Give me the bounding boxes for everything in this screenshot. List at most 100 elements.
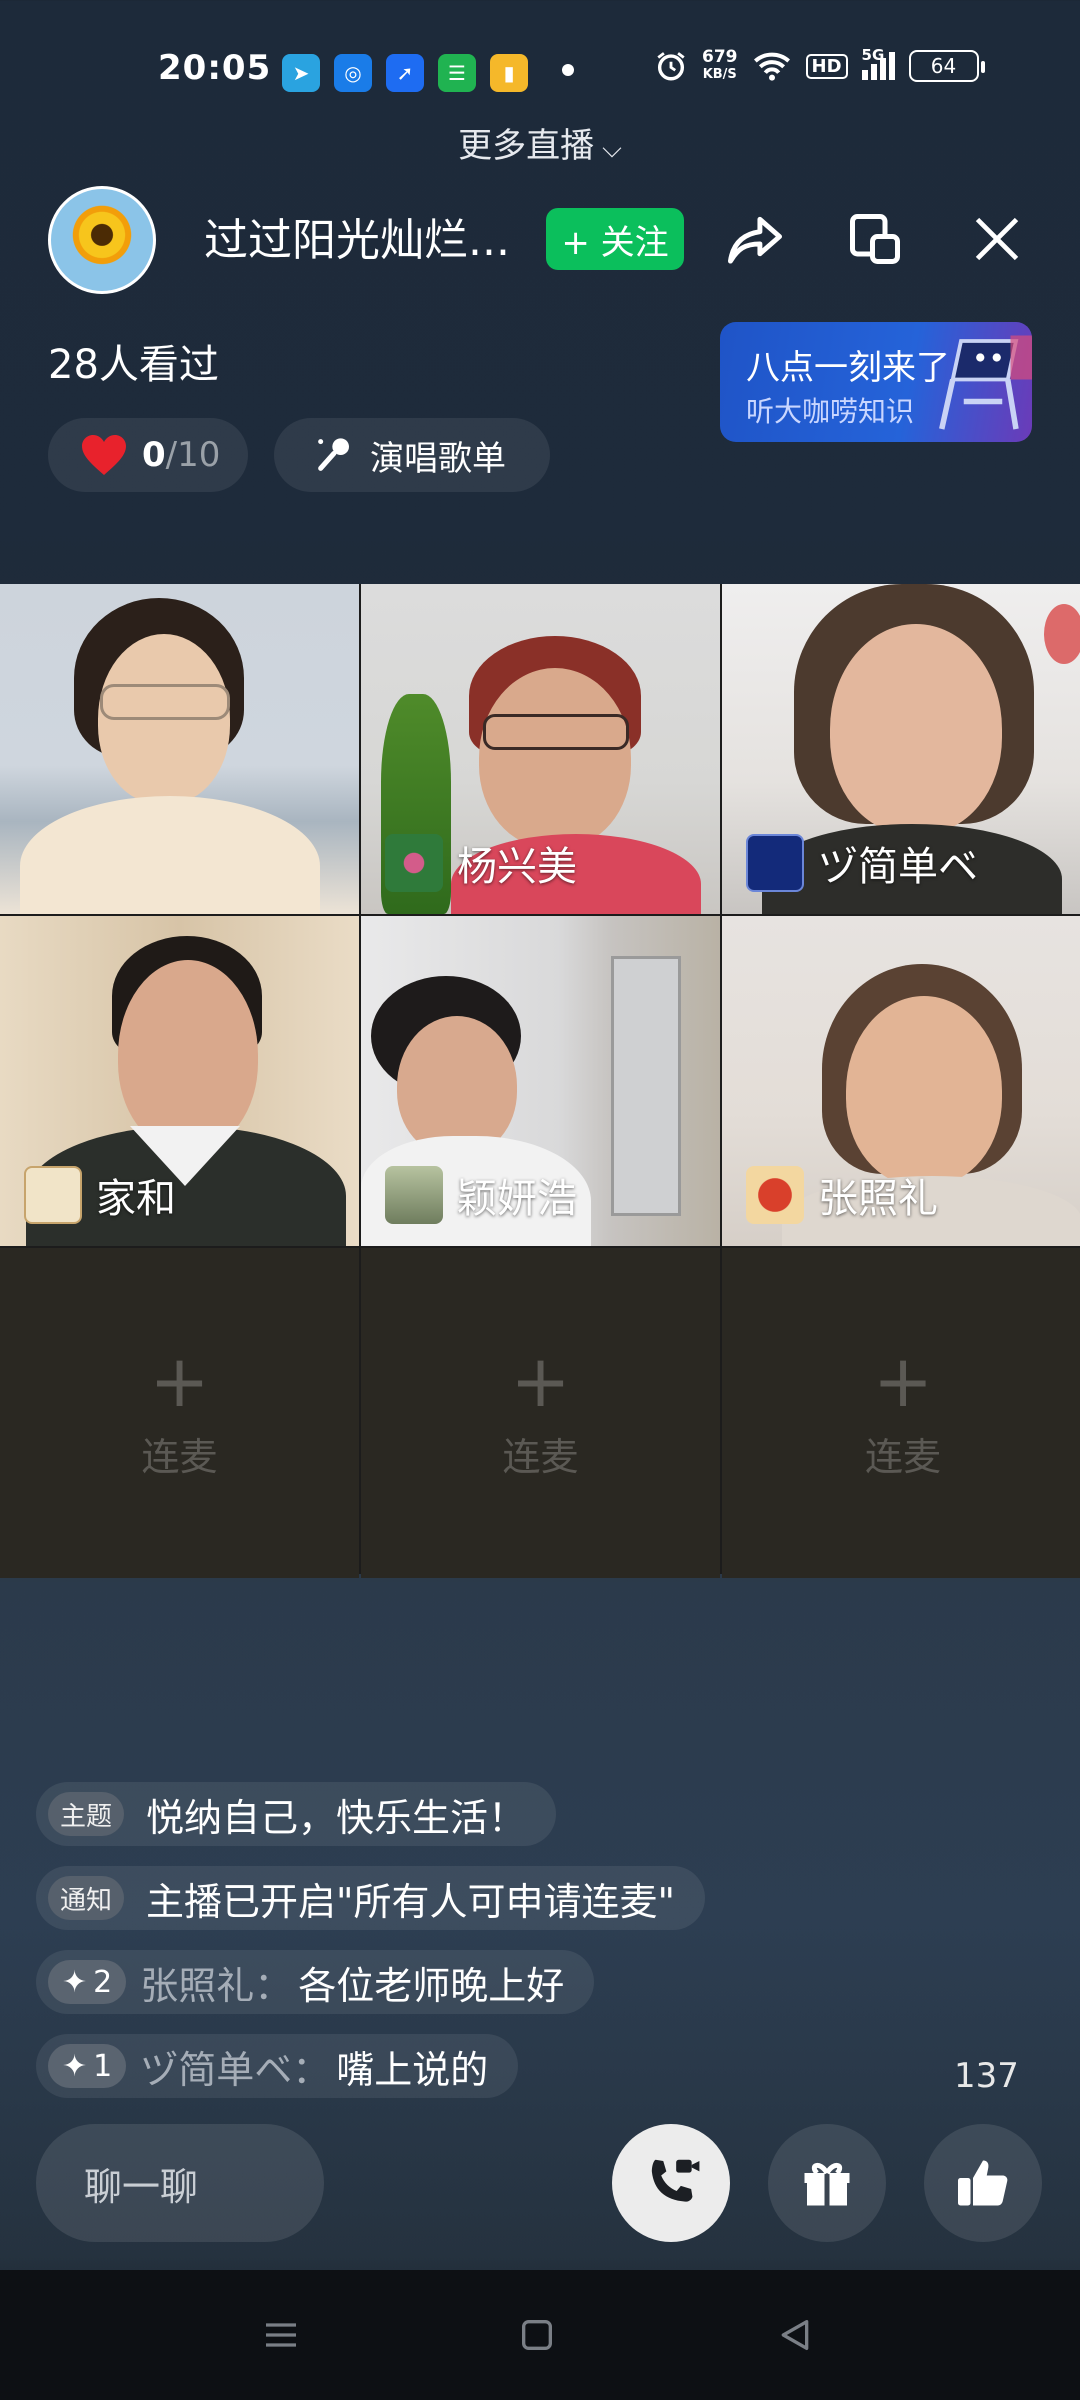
viewer-count: 28人看过 (48, 342, 219, 388)
join-mic-slot[interactable]: + 连麦 (361, 1248, 720, 1578)
maps-icon: ➚ (386, 54, 424, 92)
telegram-icon: ➤ (282, 54, 320, 92)
join-mic-slot[interactable]: + 连麦 (0, 1248, 359, 1578)
chat-placeholder: 聊一聊 (84, 2164, 199, 2209)
seat-name-label: 家和 (96, 1176, 176, 1222)
songlist-label: 演唱歌单 (370, 438, 506, 479)
video-seat[interactable]: 颖妍浩 (361, 916, 720, 1246)
system-indicators: 679 KB/S HD 5G 64 (654, 46, 985, 84)
chevron-down-icon: ⌵ (602, 134, 622, 164)
join-mic-label: 连麦 (141, 1434, 218, 1479)
share-icon[interactable] (722, 206, 788, 272)
clock: 20:05 (158, 48, 272, 88)
net-speed: 679 KB/S (702, 48, 738, 84)
net-speed-value: 679 (702, 47, 738, 67)
phone-video-icon (651, 2159, 700, 2202)
host-name[interactable]: 过过阳光灿烂... (204, 204, 510, 268)
promo-banner[interactable]: 八点一刻来了 听大咖唠知识 (720, 322, 1032, 442)
battery-icon: 64 (908, 50, 985, 82)
like-button[interactable] (924, 2124, 1042, 2242)
browser-icon: ◎ (334, 54, 372, 92)
user-avatar (385, 834, 443, 892)
more-live-dropdown[interactable]: 更多直播 ⌵ (0, 118, 1080, 167)
seat-name: 杨兴美 (385, 834, 577, 892)
like-count: 137 (954, 2056, 1019, 2096)
video-seat[interactable]: 家和 (0, 916, 359, 1246)
heart-counter[interactable]: 0/10 (48, 418, 248, 492)
comment-user[interactable]: ヅ简单ベ： (140, 2039, 330, 2094)
topic-tag: 主题 (48, 1792, 125, 1836)
user-avatar (746, 1166, 804, 1224)
home-icon[interactable] (512, 2310, 562, 2360)
plus-icon: + (149, 1338, 210, 1423)
comment-text: 嘴上说的 (336, 2047, 489, 2092)
seat-name-label: 颖妍浩 (457, 1176, 577, 1222)
promo-subtitle: 听大咖唠知识 (746, 395, 915, 428)
chat-input[interactable]: 聊一聊 (36, 2124, 324, 2242)
star-icon: ✦ (62, 2048, 88, 2084)
hearts-current: 0 (142, 435, 166, 475)
join-mic-slot[interactable]: + 连麦 (722, 1248, 1080, 1578)
notification-icons: ➤ ◎ ➚ ☰ ▮ (282, 54, 528, 92)
seat-name-label: 杨兴美 (457, 844, 577, 890)
books-icon: ▮ (490, 54, 528, 92)
comment-text: 悦纳自己，快乐生活！ (146, 1795, 527, 1840)
battery-level: 64 (930, 54, 957, 78)
level-value: 2 (93, 1964, 113, 2000)
heart-icon (82, 435, 126, 475)
video-seat[interactable]: ヅ简单ベ (722, 584, 1080, 914)
seat-name-label: 张照礼 (818, 1176, 938, 1222)
seat-name: 张照礼 (746, 1166, 938, 1224)
star-icon: ✦ (62, 1964, 88, 2000)
plus-icon: + (872, 1338, 934, 1423)
net-speed-unit: KB/S (702, 67, 737, 82)
more-notifications-dot (562, 64, 574, 76)
comment-user[interactable]: 张照礼： (140, 1955, 292, 2010)
level-value: 1 (93, 2048, 113, 2084)
user-avatar (746, 834, 804, 892)
signal-indicator: 5G (861, 46, 895, 80)
comment-text: 各位老师晚上好 (298, 1963, 565, 2008)
comment-item: 主题 悦纳自己，快乐生活！ (36, 1782, 557, 1846)
seat-name: 家和 (24, 1166, 176, 1224)
follow-button[interactable]: + 关注 (546, 208, 684, 270)
back-icon[interactable] (770, 2310, 820, 2360)
wifi-icon (753, 52, 790, 81)
status-bar: 20:05 ➤ ◎ ➚ ☰ ▮ 679 KB/S HD 5G 64 (0, 40, 1080, 104)
join-mic-label: 连麦 (502, 1434, 579, 1479)
gift-icon (804, 2163, 850, 2206)
close-icon[interactable] (964, 206, 1030, 272)
video-seat[interactable]: 杨兴美 (361, 584, 720, 914)
user-level-badge: ✦ 1 (48, 2044, 127, 2088)
thumbs-up-icon (958, 2160, 1008, 2206)
seat-name: ヅ简单ベ (746, 834, 978, 892)
user-avatar (385, 1166, 443, 1224)
signal-label: 5G (861, 46, 885, 64)
messages-icon: ☰ (438, 54, 476, 92)
comment-item: ✦ 1 ヅ简单ベ： 嘴上说的 (36, 2034, 519, 2098)
comment-item: 通知 主播已开启"所有人可申请连麦" (36, 1866, 705, 1930)
video-seat-grid: 杨兴美 ヅ简单ベ 家和 颖妍浩 张照礼 + 连麦 + 连麦 + 连麦 (0, 584, 1080, 1578)
minimize-window-icon[interactable] (842, 206, 908, 272)
more-live-label: 更多直播 (458, 126, 595, 166)
chair-illustration-icon (939, 335, 1032, 430)
host-avatar[interactable] (48, 186, 156, 294)
seat-name: 颖妍浩 (385, 1166, 577, 1224)
video-seat[interactable] (0, 584, 359, 914)
user-level-badge: ✦ 2 (48, 1960, 127, 2004)
plus-icon: + (510, 1338, 571, 1423)
comment-text: 主播已开启"所有人可申请连麦" (146, 1879, 675, 1924)
video-seat[interactable]: 张照礼 (722, 916, 1080, 1246)
video-call-button[interactable] (612, 2124, 730, 2242)
hd-badge: HD (805, 53, 848, 79)
comment-item: ✦ 2 张照礼： 各位老师晚上好 (36, 1950, 595, 2014)
songlist-button[interactable]: 演唱歌单 (274, 418, 550, 492)
join-mic-label: 连麦 (864, 1434, 941, 1479)
seat-name-label: ヅ简单ベ (818, 844, 978, 890)
alarm-icon (657, 52, 685, 81)
hearts-total: /10 (165, 435, 221, 475)
promo-title: 八点一刻来了 (746, 348, 950, 388)
gift-button[interactable] (768, 2124, 886, 2242)
menu-icon[interactable] (256, 2310, 306, 2360)
user-avatar (24, 1166, 82, 1224)
